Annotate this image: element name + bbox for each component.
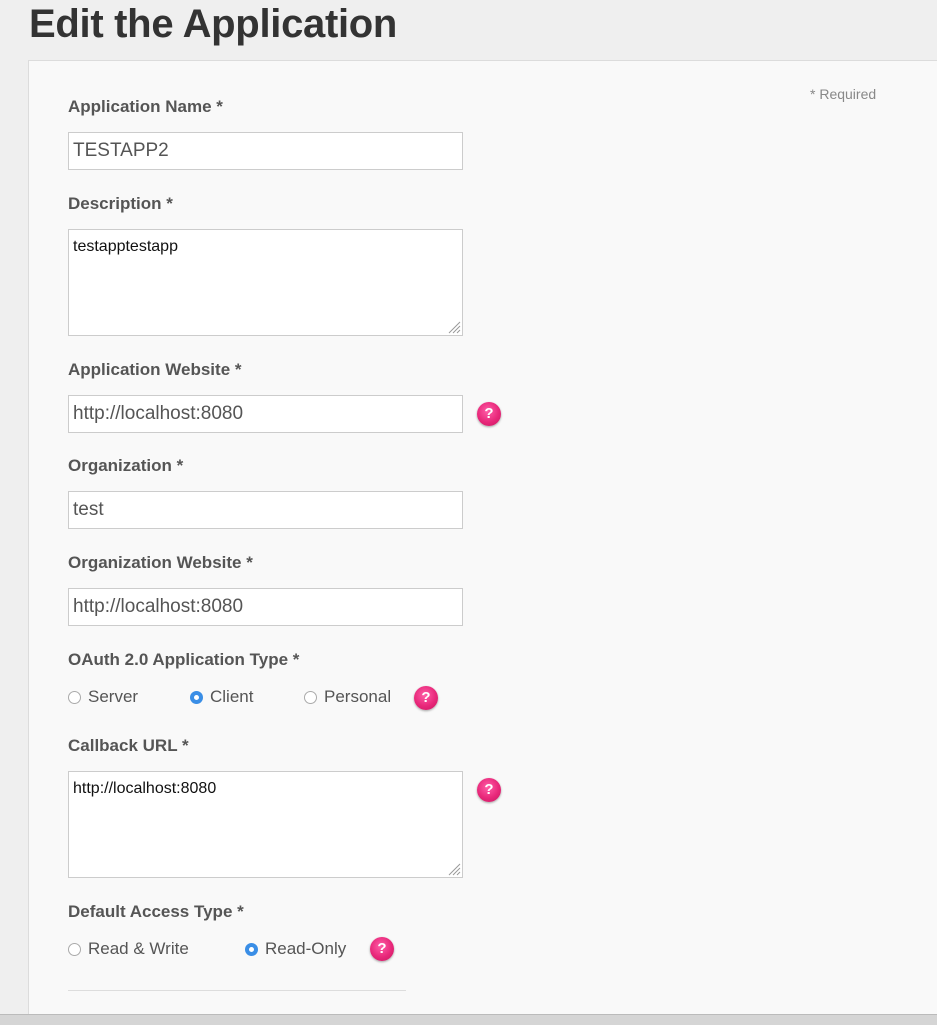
callback-url-textarea[interactable]: http://localhost:8080 — [68, 771, 463, 878]
radio-button-icon[interactable] — [68, 942, 81, 956]
oauth-type-client-label: Client — [210, 687, 254, 706]
radio-button-icon[interactable] — [245, 942, 258, 956]
description-textarea[interactable]: testapptestapp — [68, 229, 463, 336]
question-mark-icon[interactable]: ? — [370, 937, 394, 961]
org-website-input[interactable] — [68, 588, 463, 626]
radio-button-icon[interactable] — [304, 690, 317, 704]
access-type-label: Default Access Type * — [68, 902, 244, 921]
app-website-label: Application Website * — [68, 360, 242, 379]
radio-button-icon[interactable] — [68, 690, 81, 704]
organization-label: Organization * — [68, 456, 184, 475]
access-type-read-write-label: Read & Write — [88, 939, 189, 958]
page-title: Edit the Application — [29, 2, 398, 46]
app-website-input[interactable] — [68, 395, 463, 433]
organization-input[interactable] — [68, 491, 463, 529]
oauth-type-personal-option[interactable]: Personal — [304, 686, 391, 708]
oauth-type-personal-label: Personal — [324, 687, 392, 706]
radio-button-icon[interactable] — [190, 690, 203, 704]
access-type-read-write-option[interactable]: Read & Write — [68, 938, 189, 960]
oauth-type-server-label: Server — [88, 687, 139, 706]
required-note: * Required — [810, 86, 877, 102]
app-name-input[interactable] — [68, 132, 463, 170]
question-mark-icon[interactable]: ? — [414, 686, 438, 710]
access-type-read-only-label: Read-Only — [265, 939, 347, 958]
callback-url-label: Callback URL * — [68, 736, 189, 755]
resize-grip-icon[interactable] — [447, 862, 461, 876]
oauth-type-server-option[interactable]: Server — [68, 686, 138, 708]
oauth-type-label: OAuth 2.0 Application Type * — [68, 650, 300, 669]
question-mark-icon[interactable]: ? — [477, 778, 501, 802]
description-label: Description * — [68, 194, 173, 213]
org-website-label: Organization Website * — [68, 553, 253, 572]
question-mark-icon[interactable]: ? — [477, 402, 501, 426]
resize-grip-icon[interactable] — [447, 320, 461, 334]
window-bottom-edge — [0, 1014, 937, 1025]
app-name-label: Application Name * — [68, 97, 223, 116]
access-type-read-only-option[interactable]: Read-Only — [245, 938, 346, 960]
oauth-type-client-option[interactable]: Client — [190, 686, 253, 708]
section-divider — [68, 990, 406, 991]
